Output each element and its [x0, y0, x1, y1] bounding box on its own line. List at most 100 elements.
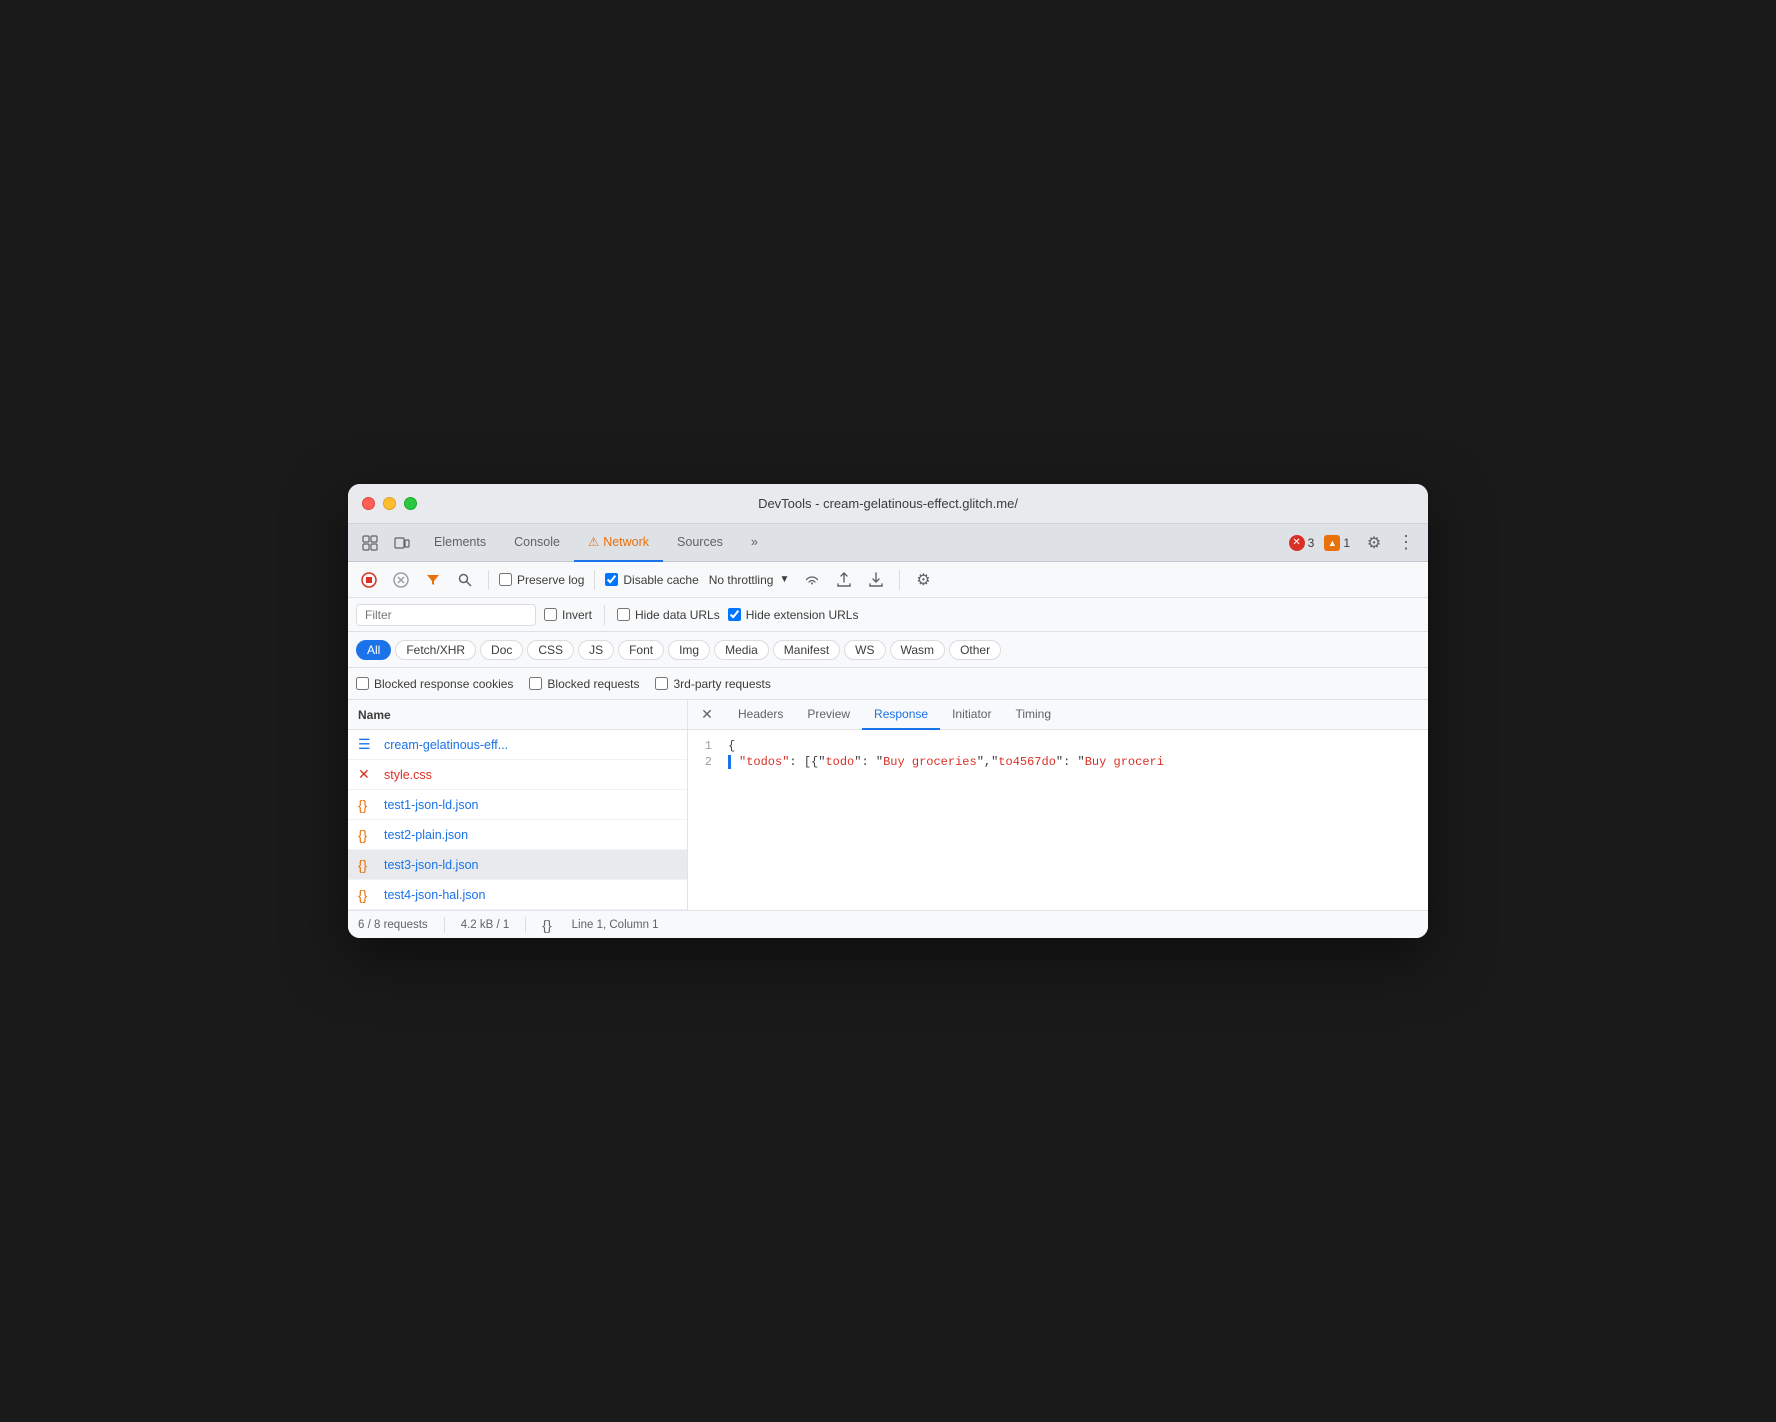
filter-btn-wasm[interactable]: Wasm: [890, 640, 946, 660]
filter-btn-js[interactable]: JS: [578, 640, 614, 660]
blocked-cookies-checkbox[interactable]: [356, 677, 369, 690]
minimize-button[interactable]: [383, 497, 396, 510]
response-tabs: ✕ Headers Preview Response Initiator Tim…: [688, 700, 1428, 730]
devtools-window: DevTools - cream-gelatinous-effect.glitc…: [348, 484, 1428, 938]
file-item-style-css[interactable]: ✕ style.css: [348, 760, 687, 790]
cream-name: cream-gelatinous-eff...: [384, 738, 508, 752]
chevron-down-icon: ▼: [779, 574, 789, 585]
tab-initiator[interactable]: Initiator: [940, 700, 1003, 730]
close-button[interactable]: [362, 497, 375, 510]
title-bar: DevTools - cream-gelatinous-effect.glitc…: [348, 484, 1428, 524]
style-css-icon: ✕: [358, 766, 376, 783]
blocked-requests-label[interactable]: Blocked requests: [529, 677, 639, 691]
third-party-checkbox[interactable]: [655, 677, 668, 690]
line-content-2: "todos": [{"todo": "Buy groceries","to45…: [739, 755, 1164, 769]
tab-timing[interactable]: Timing: [1003, 700, 1063, 730]
filter-btn-media[interactable]: Media: [714, 640, 769, 660]
status-separator-2: [525, 917, 526, 933]
disable-cache-label[interactable]: Disable cache: [605, 573, 698, 587]
tab-bar: Elements Console ⚠ Network Sources » ✕ 3: [348, 524, 1428, 562]
filter-btn-manifest[interactable]: Manifest: [773, 640, 840, 660]
invert-label[interactable]: Invert: [544, 608, 592, 622]
filter-btn-ws[interactable]: WS: [844, 640, 885, 660]
separator-2: [594, 570, 595, 590]
filter-btn-img[interactable]: Img: [668, 640, 710, 660]
preserve-log-checkbox[interactable]: [499, 573, 512, 586]
file-list-items: ☰cream-gelatinous-eff...✕style.css{}test…: [348, 730, 687, 910]
disable-cache-checkbox[interactable]: [605, 573, 618, 586]
filter-btn-fetch-xhr[interactable]: Fetch/XHR: [395, 640, 476, 660]
hide-data-urls-checkbox[interactable]: [617, 608, 630, 621]
throttle-select[interactable]: No throttling ▼: [705, 571, 794, 589]
tab-more[interactable]: »: [737, 524, 772, 562]
file-item-cream[interactable]: ☰cream-gelatinous-eff...: [348, 730, 687, 760]
tab-response[interactable]: Response: [862, 700, 940, 730]
inspect-icon[interactable]: [356, 529, 384, 557]
line-bar: [728, 755, 731, 769]
network-settings-icon[interactable]: ⚙: [910, 567, 936, 593]
request-count: 6 / 8 requests: [358, 919, 428, 931]
tab-network[interactable]: ⚠ Network: [574, 524, 663, 562]
format-icon: {}: [542, 917, 551, 933]
third-party-label[interactable]: 3rd-party requests: [655, 677, 770, 691]
traffic-lights: [362, 497, 417, 510]
upload-icon[interactable]: [831, 567, 857, 593]
search-icon[interactable]: [452, 567, 478, 593]
filter-icon[interactable]: [420, 567, 446, 593]
error-icon: ✕: [1289, 535, 1305, 551]
filter-input[interactable]: [356, 604, 536, 626]
style-css-name: style.css: [384, 768, 432, 782]
clear-icon[interactable]: [388, 567, 414, 593]
stop-recording-icon[interactable]: [356, 567, 382, 593]
hide-data-urls-label[interactable]: Hide data URLs: [617, 608, 720, 622]
test4-icon: {}: [358, 887, 376, 903]
file-item-test2[interactable]: {}test2-plain.json: [348, 820, 687, 850]
filter-btn-css[interactable]: CSS: [527, 640, 574, 660]
device-mode-icon[interactable]: [388, 529, 416, 557]
filter-bar: Invert Hide data URLs Hide extension URL…: [348, 598, 1428, 632]
filter-btn-other[interactable]: Other: [949, 640, 1001, 660]
file-item-test1[interactable]: {}test1-json-ld.json: [348, 790, 687, 820]
test3-icon: {}: [358, 857, 376, 873]
blocked-cookies-label[interactable]: Blocked response cookies: [356, 677, 513, 691]
tab-console[interactable]: Console: [500, 524, 574, 562]
tab-preview[interactable]: Preview: [795, 700, 862, 730]
code-line-2: 2 "todos": [{"todo": "Buy groceries","to…: [688, 754, 1428, 770]
action-toolbar: Preserve log Disable cache No throttling…: [348, 562, 1428, 598]
preserve-log-label[interactable]: Preserve log: [499, 573, 584, 587]
hide-extension-urls-label[interactable]: Hide extension URLs: [728, 608, 859, 622]
wifi-icon[interactable]: [799, 567, 825, 593]
filter-btn-doc[interactable]: Doc: [480, 640, 523, 660]
checkbox-row: Blocked response cookies Blocked request…: [348, 668, 1428, 700]
toolbar-right: ✕ 3 ▲ 1 ⚙ ⋮: [1289, 529, 1420, 557]
code-content: 1 { 2 "todos": [{"todo": "Buy groceries"…: [688, 730, 1428, 910]
hide-extension-urls-checkbox[interactable]: [728, 608, 741, 621]
tab-sources[interactable]: Sources: [663, 524, 737, 562]
test3-name: test3-json-ld.json: [384, 858, 479, 872]
maximize-button[interactable]: [404, 497, 417, 510]
separator-1: [488, 570, 489, 590]
test2-icon: {}: [358, 827, 376, 843]
download-icon[interactable]: [863, 567, 889, 593]
file-item-test3[interactable]: {} test3-json-ld.json: [348, 850, 687, 880]
status-separator-1: [444, 917, 445, 933]
warning-badge-icon: ▲: [1324, 535, 1340, 551]
window-title: DevTools - cream-gelatinous-effect.glitc…: [758, 496, 1018, 511]
file-list: Name ☰cream-gelatinous-eff... ✕ style.css {…: [348, 700, 688, 910]
line-number-2: 2: [688, 755, 728, 769]
tab-headers[interactable]: Headers: [726, 700, 795, 730]
code-line-1: 1 {: [688, 738, 1428, 754]
tab-elements[interactable]: Elements: [420, 524, 500, 562]
settings-icon[interactable]: ⚙: [1360, 529, 1388, 557]
blocked-requests-checkbox[interactable]: [529, 677, 542, 690]
response-panel: ✕ Headers Preview Response Initiator Tim…: [688, 700, 1428, 910]
filter-btn-font[interactable]: Font: [618, 640, 664, 660]
file-list-header: Name: [348, 700, 687, 730]
cursor-position: Line 1, Column 1: [572, 919, 659, 931]
file-item-test4[interactable]: {}test4-json-hal.json: [348, 880, 687, 910]
devtools-body: Elements Console ⚠ Network Sources » ✕ 3: [348, 524, 1428, 938]
filter-btn-all[interactable]: All: [356, 640, 391, 660]
close-panel-button[interactable]: ✕: [696, 704, 718, 726]
invert-checkbox[interactable]: [544, 608, 557, 621]
more-options-icon[interactable]: ⋮: [1392, 529, 1420, 557]
